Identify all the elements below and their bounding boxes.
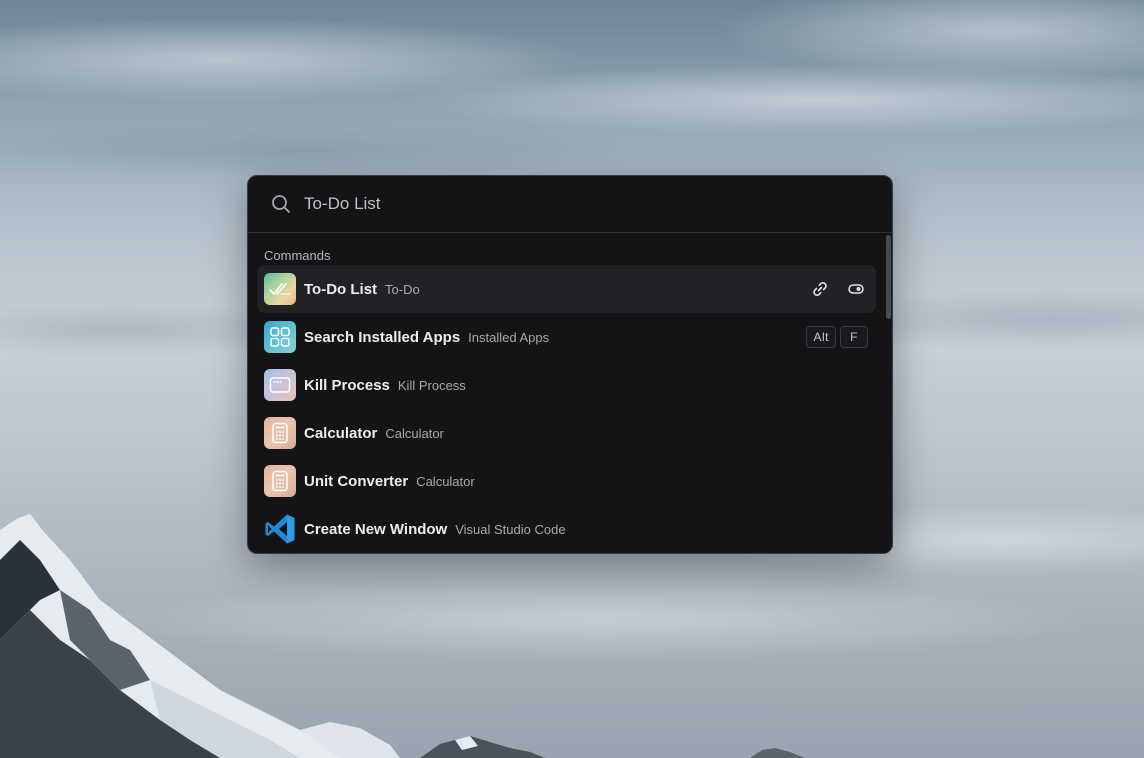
- scrollbar[interactable]: [884, 233, 892, 553]
- shortcut-key-alt: Alt: [806, 326, 836, 348]
- window-icon: [264, 369, 296, 401]
- item-title: Calculator: [304, 424, 378, 442]
- todo-check-icon: [264, 273, 296, 305]
- vscode-icon: [264, 513, 296, 545]
- item-title: To-Do List: [304, 280, 378, 298]
- item-subtitle: Kill Process: [397, 377, 466, 393]
- scrollbar-thumb[interactable]: [886, 235, 891, 319]
- results-list: Commands To-Do List To-Do Search Install…: [248, 233, 892, 553]
- calculator-icon: [264, 465, 296, 497]
- search-icon: [270, 193, 292, 215]
- section-title: Commands: [264, 248, 331, 263]
- item-title: Kill Process: [304, 376, 390, 394]
- list-item-create-new-window[interactable]: Create New Window Visual Studio Code: [257, 505, 876, 553]
- shortcut-key-f: F: [840, 326, 868, 348]
- item-subtitle: Calculator: [416, 473, 475, 489]
- search-bar: [248, 176, 892, 233]
- item-subtitle: Calculator: [385, 425, 444, 441]
- command-list: To-Do List To-Do Search Installed Apps I…: [257, 265, 876, 553]
- item-subtitle: Visual Studio Code: [455, 521, 566, 537]
- list-item-kill-process[interactable]: Kill Process Kill Process: [257, 361, 876, 409]
- desktop-wallpaper: Commands To-Do List To-Do: [0, 0, 1144, 758]
- command-palette: Commands To-Do List To-Do: [247, 175, 893, 554]
- calculator-icon: [264, 417, 296, 449]
- list-item-todo-list[interactable]: To-Do List To-Do: [257, 265, 876, 313]
- keyboard-shortcut: Alt F: [806, 313, 868, 361]
- list-item-calculator[interactable]: Calculator Calculator: [257, 409, 876, 457]
- item-title: Search Installed Apps: [304, 328, 461, 346]
- item-subtitle: Installed Apps: [468, 329, 550, 345]
- item-title: Unit Converter: [304, 472, 409, 490]
- item-actions: [810, 265, 866, 313]
- toggle-icon[interactable]: [846, 279, 866, 299]
- apps-grid-icon: [264, 321, 296, 353]
- list-item-unit-converter[interactable]: Unit Converter Calculator: [257, 457, 876, 505]
- item-title: Create New Window: [304, 520, 448, 538]
- item-subtitle: To-Do: [385, 281, 420, 297]
- link-icon[interactable]: [810, 279, 830, 299]
- search-input[interactable]: [304, 194, 824, 214]
- list-item-search-installed-apps[interactable]: Search Installed Apps Installed Apps Alt…: [257, 313, 876, 361]
